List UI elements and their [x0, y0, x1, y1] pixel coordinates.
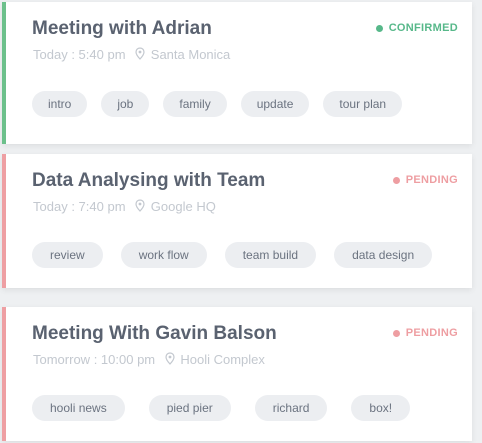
event-day: Today: [33, 199, 68, 214]
tag-chip[interactable]: work flow: [120, 242, 207, 268]
tag-chip[interactable]: richard: [254, 395, 328, 421]
status-badge: PENDING: [392, 327, 458, 339]
tag-chip[interactable]: pied pier: [148, 395, 231, 421]
status-label: PENDING: [405, 327, 458, 339]
map-pin-icon: [135, 47, 147, 60]
tag-chip[interactable]: family: [163, 91, 227, 117]
status-dot-icon: [375, 24, 383, 32]
status-label: PENDING: [405, 174, 458, 186]
status-badge: PENDING: [392, 174, 458, 186]
map-pin-icon: [135, 199, 147, 212]
tag-chip[interactable]: tour plan: [323, 91, 403, 117]
event-title: Meeting With Gavin Balson: [32, 323, 277, 344]
tag-chip[interactable]: update: [240, 91, 310, 117]
tag-chip[interactable]: review: [32, 242, 103, 268]
event-card[interactable]: Data Analysing with Team PENDING Today :…: [2, 154, 472, 288]
event-time: 5:40 pm: [78, 47, 126, 62]
event-card[interactable]: Meeting with Adrian CONFIRMED Today : 5:…: [2, 2, 472, 144]
tag-chip[interactable]: box!: [351, 395, 411, 421]
event-time: 7:40 pm: [78, 199, 126, 214]
map-pin-icon: [165, 352, 177, 365]
event-list: Meeting with Adrian CONFIRMED Today : 5:…: [0, 0, 482, 443]
event-meta: Tomorrow : 10:00 pm Hooli Complex: [33, 352, 265, 367]
event-day: Tomorrow: [33, 352, 91, 367]
event-location: Google HQ: [150, 199, 216, 214]
event-title: Data Analysing with Team: [32, 170, 266, 191]
status-dot-icon: [392, 176, 400, 184]
status-label: CONFIRMED: [388, 22, 458, 34]
tag-chip[interactable]: job: [101, 91, 150, 117]
event-meta: Today : 5:40 pm Santa Monica: [33, 47, 231, 62]
tag-list: intro job family update tour plan: [32, 91, 403, 117]
event-location: Hooli Complex: [180, 352, 265, 367]
event-card[interactable]: Meeting With Gavin Balson PENDING Tomorr…: [2, 307, 472, 441]
tag-list: hooli news pied pier richard box!: [32, 395, 411, 421]
event-title: Meeting with Adrian: [32, 18, 212, 39]
event-day: Today: [33, 47, 68, 62]
status-badge: CONFIRMED: [375, 22, 458, 34]
event-location: Santa Monica: [150, 47, 231, 62]
tag-chip[interactable]: hooli news: [32, 395, 125, 421]
tag-chip[interactable]: data design: [334, 242, 433, 268]
event-meta: Today : 7:40 pm Google HQ: [33, 199, 216, 214]
status-dot-icon: [392, 329, 400, 337]
tag-chip[interactable]: intro: [32, 91, 88, 117]
tag-chip[interactable]: team build: [224, 242, 317, 268]
tag-list: review work flow team build data design: [32, 242, 433, 268]
event-time: 10:00 pm: [100, 352, 156, 367]
